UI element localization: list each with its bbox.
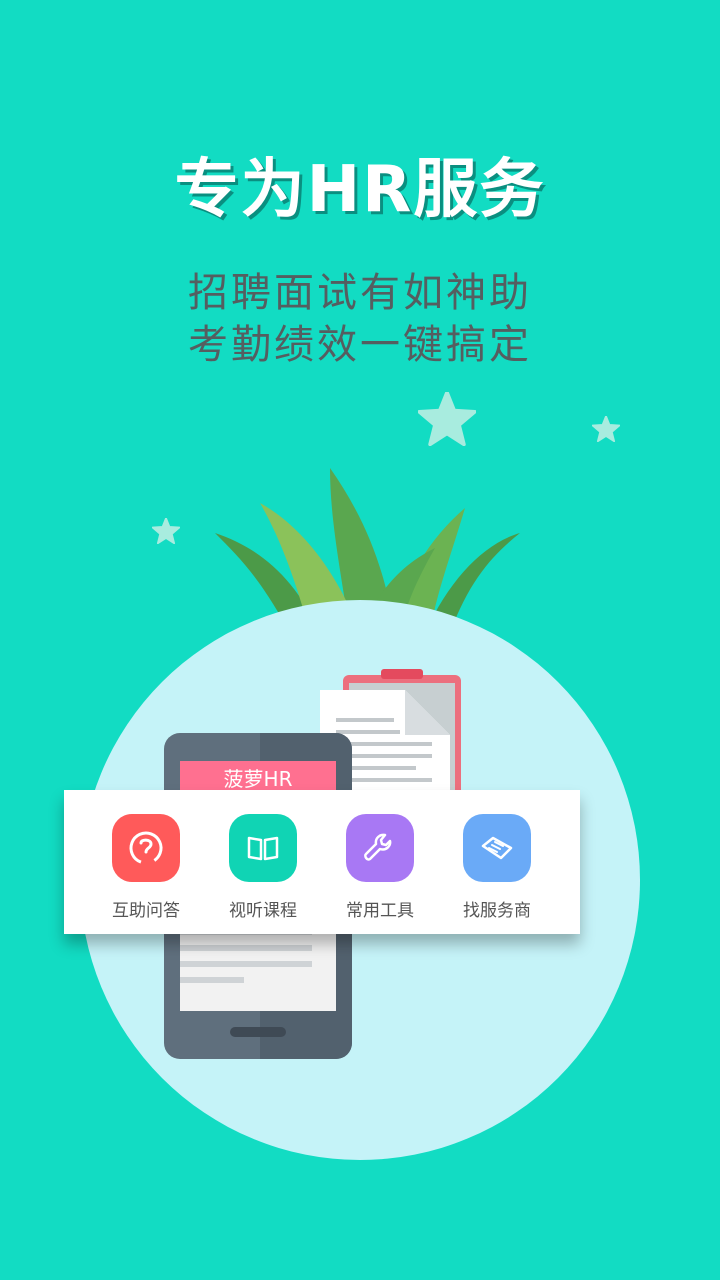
feature-audio-video-courses-label: 视听课程 [229,901,297,921]
handshake-icon [463,814,531,882]
star-small-left-icon [152,518,180,544]
wrench-icon [346,814,414,882]
feature-find-service-provider[interactable]: 找服务商 [439,814,555,921]
phone-home-button [230,1027,286,1037]
feature-help-qa-label: 互助问答 [112,901,180,921]
hero-title: 专为HR服务 [174,153,546,227]
help-circle-icon [112,814,180,882]
feature-find-service-provider-label: 找服务商 [463,901,531,921]
book-icon [229,814,297,882]
feature-card: 互助问答 视听课程 常用工具 找服务商 [64,790,580,934]
feature-help-qa[interactable]: 互助问答 [88,814,204,921]
feature-audio-video-courses[interactable]: 视听课程 [205,814,321,921]
feature-common-tools-label: 常用工具 [346,901,414,921]
hero-subtitle-line2: 考勤绩效一键搞定 [188,322,532,368]
star-large-icon [418,392,476,446]
hero-subtitle-line1: 招聘面试有如神助 [188,270,532,316]
star-small-right-icon [592,416,620,442]
feature-common-tools[interactable]: 常用工具 [322,814,438,921]
